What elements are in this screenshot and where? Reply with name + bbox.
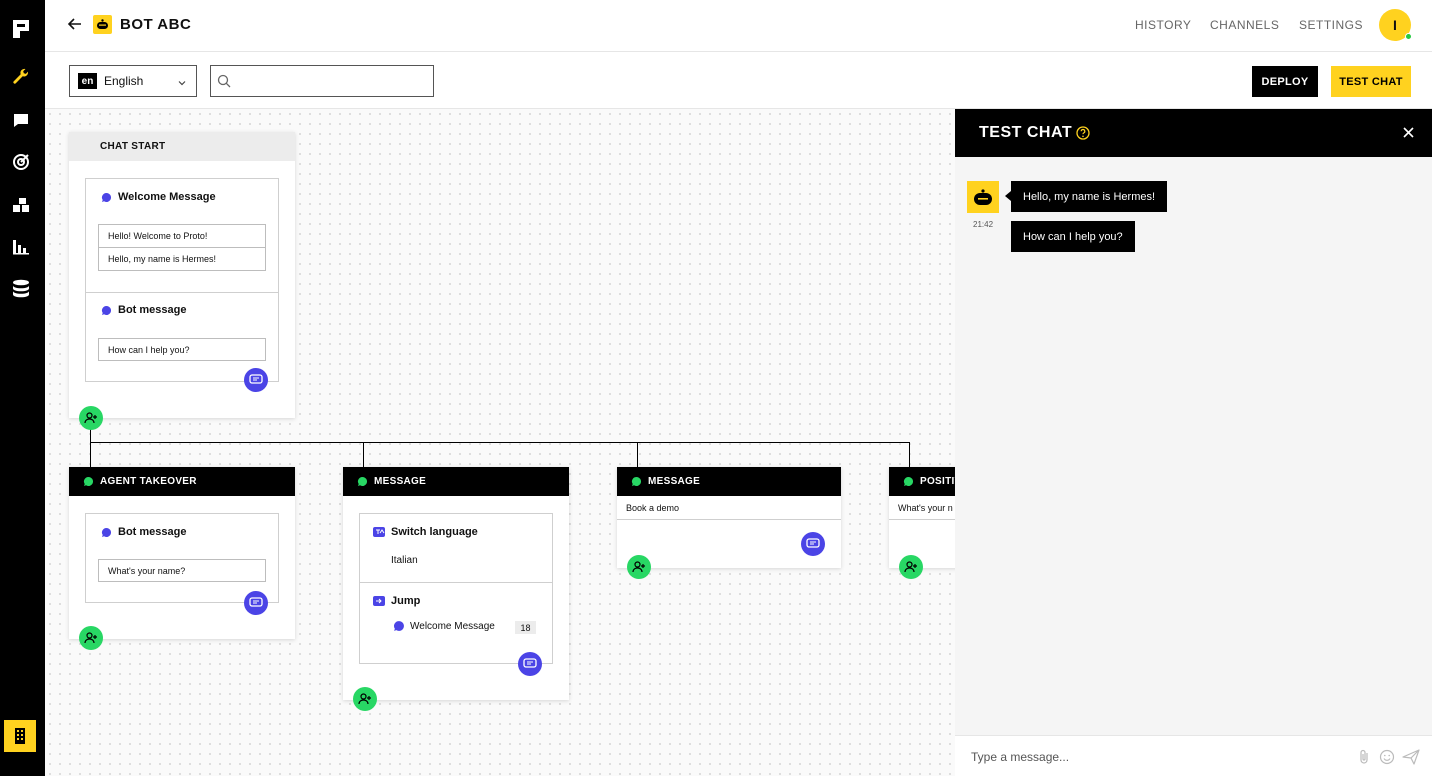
add-user-intent-icon[interactable] (627, 555, 651, 579)
database-icon[interactable] (10, 278, 32, 300)
add-user-intent-icon[interactable] (79, 626, 103, 650)
language-code-badge: en (78, 73, 97, 89)
switch-language-value[interactable]: Italian (391, 555, 418, 566)
welcome-line-2[interactable]: Hello, my name is Hermes! (98, 247, 266, 271)
search-input[interactable] (210, 65, 434, 97)
whatsapp-bubble-icon (83, 476, 94, 490)
add-response-icon[interactable] (244, 591, 268, 615)
connector-line (363, 442, 364, 467)
bot-message-bubble: Hello, my name is Hermes! (1011, 181, 1168, 212)
page-title: BOT ABC (120, 16, 192, 33)
add-response-icon[interactable] (518, 652, 542, 676)
message-timestamp: 21:42 (973, 220, 994, 229)
bot-message-text[interactable]: How can I help you? (98, 338, 266, 361)
node-message-book-demo[interactable]: MESSAGE Book a demo (617, 467, 841, 568)
connector-line (909, 442, 910, 467)
language-select[interactable]: en English (69, 65, 197, 97)
whatsapp-bubble-icon (631, 476, 642, 490)
flow-canvas[interactable]: CHAT START Welcome Message Hello! Welcom… (45, 109, 955, 776)
divider (86, 292, 278, 293)
language-label: English (104, 74, 144, 88)
building-icon[interactable] (4, 720, 36, 752)
bot-avatar-icon (967, 181, 999, 213)
logo-icon[interactable] (10, 18, 32, 40)
user-intent-text[interactable]: Book a demo (617, 496, 841, 520)
connector-line (637, 442, 638, 467)
divider (360, 582, 552, 583)
add-user-intent-icon[interactable] (79, 406, 103, 430)
node-header: POSITIV (889, 467, 955, 496)
message-bubble-icon (101, 527, 112, 538)
connector-line (90, 442, 910, 443)
node-content: Switch language Italian Jump Welcome Mes… (359, 513, 553, 664)
jump-count-badge: 18 (515, 621, 536, 634)
chat-header: TEST CHAT (955, 109, 1432, 157)
bot-message-title[interactable]: Bot message (101, 304, 186, 316)
top-bar: BOT ABC HISTORY CHANNELS SETTINGS I (45, 0, 1432, 52)
blocks-icon[interactable] (10, 194, 32, 216)
chat-title: TEST CHAT (979, 124, 1073, 141)
deploy-button[interactable]: DEPLOY (1252, 66, 1318, 97)
jump-target[interactable]: Welcome Message (393, 620, 495, 632)
bot-message-title[interactable]: Bot message (101, 526, 186, 538)
bot-message-text[interactable]: What's your name? (98, 559, 266, 582)
add-response-icon[interactable] (244, 368, 268, 392)
whatsapp-bubble-icon (357, 476, 368, 490)
arrow-left-icon[interactable] (67, 16, 87, 36)
robot-icon (93, 15, 112, 34)
sidebar (0, 0, 45, 776)
node-header: MESSAGE (343, 467, 569, 496)
analytics-icon[interactable] (10, 236, 32, 258)
send-icon[interactable] (1402, 749, 1420, 770)
welcome-line-1[interactable]: Hello! Welcome to Proto! (98, 224, 266, 248)
node-header: AGENT TAKEOVER (69, 467, 295, 496)
add-response-icon[interactable] (801, 532, 825, 556)
chevron-down-icon (177, 75, 187, 93)
close-icon[interactable] (1402, 126, 1415, 144)
node-header: CHAT START (69, 132, 295, 161)
emoji-icon[interactable] (1379, 749, 1395, 770)
bot-message-bubble: How can I help you? (1011, 221, 1135, 252)
node-content: Bot message What's your name? (85, 513, 279, 603)
nav-channels[interactable]: CHANNELS (1210, 18, 1279, 32)
translate-icon (373, 527, 385, 537)
help-icon[interactable] (1076, 126, 1090, 145)
message-input[interactable]: Type a message... (955, 735, 1432, 776)
target-icon[interactable] (10, 151, 32, 173)
node-chat-start[interactable]: CHAT START Welcome Message Hello! Welcom… (69, 132, 295, 418)
jump-icon (373, 596, 385, 606)
node-content: Welcome Message Hello! Welcome to Proto!… (85, 178, 279, 382)
welcome-message-title[interactable]: Welcome Message (101, 191, 216, 203)
toolbar: en English DEPLOY TEST CHAT (45, 53, 1432, 109)
add-user-intent-icon[interactable] (353, 687, 377, 711)
test-chat-button[interactable]: TEST CHAT (1331, 66, 1411, 97)
online-status-dot (1405, 33, 1412, 40)
attachment-icon[interactable] (1358, 749, 1370, 770)
message-bubble-icon (101, 192, 112, 203)
search-icon (217, 74, 231, 93)
node-positive[interactable]: POSITIV What's your n (889, 467, 955, 568)
switch-language-title[interactable]: Switch language (373, 526, 478, 538)
node-header: MESSAGE (617, 467, 841, 496)
wrench-icon[interactable] (10, 66, 32, 88)
message-bubble-icon (393, 620, 405, 632)
nav-settings[interactable]: SETTINGS (1299, 18, 1363, 32)
nav-history[interactable]: HISTORY (1135, 18, 1191, 32)
test-chat-panel: TEST CHAT 21:42 Hello, my name is Hermes… (955, 109, 1432, 776)
chat-icon[interactable] (10, 109, 32, 131)
message-bubble-icon (101, 305, 112, 316)
node-message-switch-language[interactable]: MESSAGE Switch language Italian Jump Wel… (343, 467, 569, 700)
add-user-intent-icon[interactable] (899, 555, 923, 579)
connector-line (90, 429, 91, 467)
message-input-placeholder: Type a message... (971, 750, 1070, 764)
user-intent-text[interactable]: What's your n (889, 496, 955, 520)
jump-title[interactable]: Jump (373, 595, 420, 607)
node-agent-takeover[interactable]: AGENT TAKEOVER Bot message What's your n… (69, 467, 295, 639)
whatsapp-bubble-icon (903, 476, 914, 490)
